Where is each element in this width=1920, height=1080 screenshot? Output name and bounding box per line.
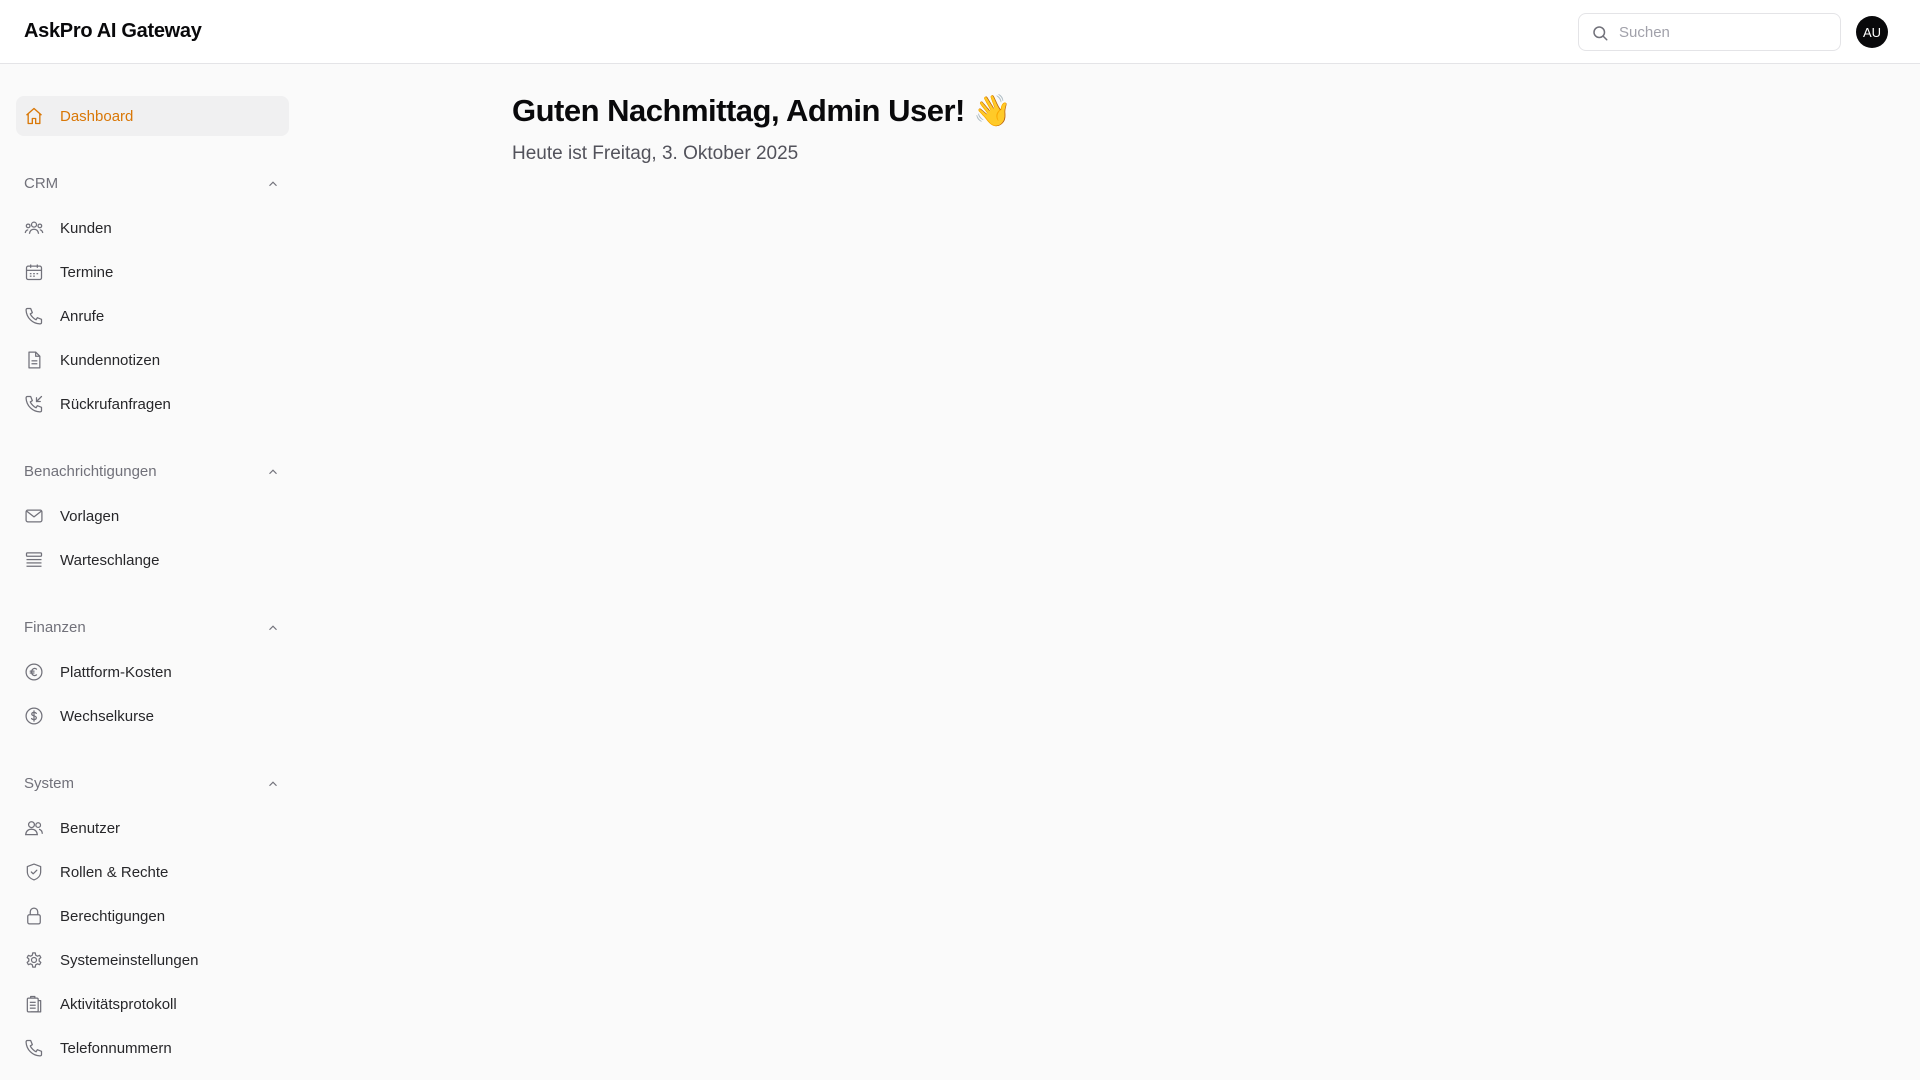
sidebar-item-rollen-rechte[interactable]: Rollen & Rechte	[16, 852, 289, 892]
sidebar-item-warteschlange[interactable]: Warteschlange	[16, 540, 289, 580]
chevron-up-icon	[269, 781, 277, 787]
sidebar-item-anrufe[interactable]: Anrufe	[16, 296, 289, 336]
sidebar-item-label: Warteschlange	[60, 552, 160, 569]
group-system[interactable]: System	[24, 771, 280, 795]
phone-icon	[25, 307, 43, 325]
sidebar-item-plattform-kosten[interactable]: Plattform-Kosten	[16, 652, 289, 692]
sidebar-item-systemeinstellungen[interactable]: Systemeinstellungen	[16, 940, 289, 980]
dollar-icon	[25, 707, 43, 725]
sidebar-item-benutzer[interactable]: Benutzer	[16, 808, 289, 848]
sidebar-item-kundennotizen[interactable]: Kundennotizen	[16, 340, 289, 380]
sidebar-item-label: Dashboard	[60, 108, 134, 125]
search-icon	[1593, 26, 1608, 41]
sidebar-item-rueckrufanfragen[interactable]: Rückrufanfragen	[16, 384, 289, 424]
sidebar-item-label: Telefonnummern	[60, 1040, 172, 1057]
envelope-icon	[25, 509, 43, 523]
queue-list-icon	[25, 552, 43, 567]
sidebar-item-aktivitaetsprotokoll[interactable]: Aktivitätsprotokoll	[16, 984, 289, 1024]
date-line: Heute ist Freitag, 3. Oktober 2025	[512, 143, 799, 164]
chevron-up-icon	[269, 469, 277, 475]
users-icon	[24, 821, 43, 836]
sidebar-item-berechtigungen[interactable]: Berechtigungen	[16, 896, 289, 936]
sidebar-item-label: Berechtigungen	[60, 908, 166, 925]
page-greeting: Guten Nachmittag, Admin User! 👋	[512, 93, 1012, 128]
group-finanzen[interactable]: Finanzen	[24, 615, 280, 639]
chevron-up-icon	[269, 181, 277, 187]
sidebar-item-label: Rollen & Rechte	[60, 864, 169, 881]
user-avatar[interactable]: AU	[1856, 16, 1888, 48]
sidebar-item-label: Rückrufanfragen	[60, 396, 171, 413]
sidebar-item-label: Aktivitätsprotokoll	[60, 996, 177, 1013]
gear-icon	[26, 952, 42, 968]
app-brand[interactable]: AskPro AI Gateway	[24, 20, 202, 43]
calendar-icon	[25, 264, 43, 281]
phone-incoming-icon	[25, 395, 43, 413]
sidebar-item-dashboard[interactable]: Dashboard	[16, 96, 289, 136]
clipboard-icon	[26, 995, 42, 1013]
sidebar-item-label: Kunden	[60, 220, 112, 237]
sidebar-item-label: Kundennotizen	[60, 352, 161, 369]
sidebar-item-label: Systemeinstellungen	[60, 952, 199, 969]
home-icon	[26, 107, 42, 125]
top-bar: AskPro AI Gateway AU	[0, 0, 1920, 64]
lock-icon	[27, 907, 41, 925]
sidebar-item-telefonnummern[interactable]: Telefonnummern	[16, 1028, 289, 1068]
euro-icon	[25, 663, 43, 681]
sidebar-item-label: Anrufe	[60, 308, 105, 325]
main-content: Guten Nachmittag, Admin User! 👋 Heute is…	[512, 92, 1012, 165]
users-group-icon	[24, 221, 44, 234]
document-icon	[28, 351, 41, 369]
sidebar-item-label: Termine	[60, 264, 114, 281]
search-box[interactable]	[1578, 13, 1841, 51]
group-crm[interactable]: CRM	[24, 171, 280, 195]
sidebar-item-label: Vorlagen	[60, 508, 120, 525]
search-input[interactable]	[1619, 14, 1829, 50]
sidebar-item-wechselkurse[interactable]: Wechselkurse	[16, 696, 289, 736]
sidebar-item-label: Wechselkurse	[60, 708, 154, 725]
group-benachrichtigungen[interactable]: Benachrichtigungen	[24, 459, 280, 483]
sidebar: Dashboard CRM Kunden Termine Anrufe Kund…	[0, 64, 300, 1080]
phone-icon	[25, 1039, 43, 1057]
group-label: Finanzen	[24, 619, 86, 636]
sidebar-item-termine[interactable]: Termine	[16, 252, 289, 292]
group-label: System	[24, 775, 75, 792]
group-label: CRM	[24, 175, 59, 192]
chevron-up-icon	[269, 625, 277, 631]
sidebar-item-vorlagen[interactable]: Vorlagen	[16, 496, 289, 536]
group-label: Benachrichtigungen	[24, 463, 157, 480]
sidebar-item-label: Benutzer	[60, 820, 121, 837]
sidebar-item-label: Plattform-Kosten	[60, 664, 172, 681]
shield-check-icon	[26, 863, 42, 881]
sidebar-item-kunden[interactable]: Kunden	[16, 208, 289, 248]
